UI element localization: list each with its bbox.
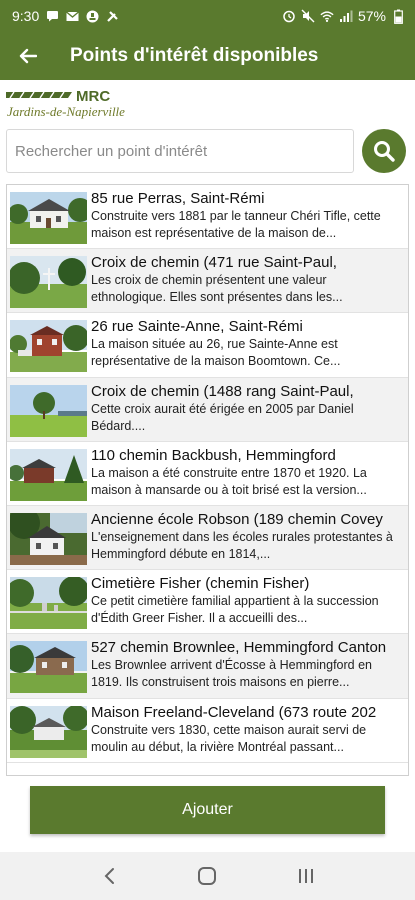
item-description: L'enseignement dans les écoles rurales p… [91, 529, 393, 561]
app-bar: Points d'intérêt disponibles [0, 32, 415, 80]
list-item[interactable]: 110 chemin Backbush, Hemmingford La mais… [7, 442, 408, 506]
add-button[interactable]: Ajouter [30, 786, 385, 834]
item-title: Croix de chemin (471 rue Saint-Paul, [91, 254, 337, 272]
back-button[interactable] [0, 32, 56, 80]
app-screen: 9:30 57% Points d'intérêt disponibles MR… [0, 0, 415, 900]
item-description: La maison a été construite entre 1870 et… [91, 465, 367, 497]
alarm-icon [282, 9, 296, 23]
poi-thumbnail-school [10, 512, 87, 565]
arrow-left-icon [19, 48, 37, 64]
poi-thumbnail-house [10, 192, 87, 244]
item-title: Cimetière Fisher (chemin Fisher) [91, 575, 310, 593]
nav-recents-button[interactable] [286, 856, 326, 896]
item-title: 26 rue Sainte-Anne, Saint-Rémi [91, 318, 303, 336]
status-time: 9:30 [12, 8, 40, 24]
system-nav-bar [0, 852, 415, 900]
wifi-icon [320, 9, 334, 23]
poi-list[interactable]: 85 rue Perras, Saint-Rémi Construite ver… [6, 184, 409, 776]
poi-thumbnail-brick-house [10, 320, 87, 373]
item-title: Ancienne école Robson (189 chemin Covey [91, 510, 383, 528]
poi-thumbnail-farmhouse [10, 448, 87, 501]
battery-icon [391, 9, 405, 24]
search-input[interactable] [6, 129, 354, 173]
list-item[interactable]: Cimetière Fisher (chemin Fisher) Ce peti… [7, 570, 408, 635]
item-description: Ce petit cimetière familial appartient à… [91, 594, 379, 626]
item-title: 85 rue Perras, Saint-Rémi [91, 190, 265, 207]
status-bar: 9:30 57% [0, 0, 415, 32]
signal-icon [339, 9, 353, 23]
tools-icon [105, 9, 119, 23]
poi-thumbnail-stone-house [10, 641, 87, 694]
nav-back-button[interactable] [89, 856, 129, 896]
list-item[interactable]: 527 chemin Brownlee, Hemmingford Canton … [7, 634, 408, 699]
item-title: Maison Freeland-Cleveland (673 route 202 [91, 703, 377, 721]
battery-percentage: 57% [357, 8, 386, 24]
item-description: Les Brownlee arrivent d'Écosse à Hemming… [91, 658, 372, 690]
poi-thumbnail-cemetery [10, 577, 87, 630]
nav-home-button[interactable] [187, 856, 227, 896]
list-item[interactable]: 26 rue Sainte-Anne, Saint-Rémi La maison… [7, 313, 408, 378]
search-icon [374, 141, 395, 162]
nav-back-icon [104, 868, 115, 884]
logo-brand: MRC [76, 88, 110, 105]
logo-tagline: Jardins-de-Napierville [7, 104, 125, 119]
nav-home-icon [198, 867, 217, 885]
item-description: Cette croix aurait été érigée en 2005 pa… [91, 401, 354, 433]
mute-icon [301, 9, 315, 23]
poi-thumbnail-field-cross [10, 384, 87, 437]
item-title: Croix de chemin (1488 rang Saint-Paul, [91, 382, 354, 400]
item-description: Les croix de chemin présentent une valeu… [91, 273, 343, 305]
item-description: Construite vers 1830, cette maison aurai… [91, 722, 367, 754]
item-description: La maison située au 26, rue Sainte-Anne … [91, 337, 341, 369]
page-title: Points d'intérêt disponibles [70, 45, 319, 66]
mail-icon [65, 9, 79, 23]
notification-circle-icon [85, 9, 99, 23]
poi-thumbnail-mill-house [10, 705, 87, 758]
list-item[interactable]: Croix de chemin (1488 rang Saint-Paul, C… [7, 377, 408, 442]
list-item[interactable]: Croix de chemin (471 rue Saint-Paul, Les… [7, 249, 408, 314]
message-icon [45, 9, 59, 23]
list-item[interactable]: Ancienne école Robson (189 chemin Covey … [7, 505, 408, 571]
list-item[interactable]: Maison Freeland-Cleveland (673 route 202… [7, 699, 408, 763]
mrc-logo: MRC Jardins-de-Napierville [6, 88, 126, 122]
poi-thumbnail-cross [10, 256, 87, 309]
item-description: Construite vers 1881 par le tanneur Chér… [91, 209, 381, 240]
list-item[interactable]: 85 rue Perras, Saint-Rémi Construite ver… [7, 185, 408, 250]
search-button[interactable] [362, 129, 406, 173]
item-title: 110 chemin Backbush, Hemmingford [91, 446, 336, 464]
item-title: 527 chemin Brownlee, Hemmingford Canton [91, 639, 387, 657]
nav-recents-icon [298, 869, 313, 883]
